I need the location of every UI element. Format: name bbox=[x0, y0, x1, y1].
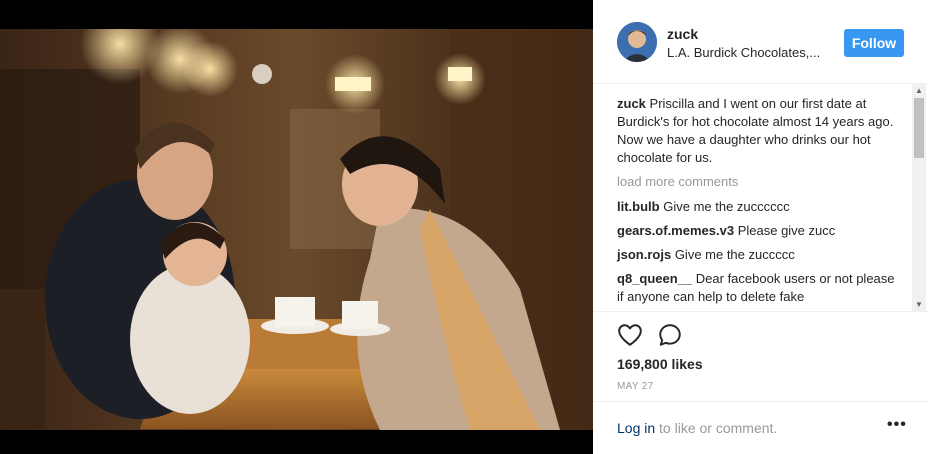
location-link[interactable]: L.A. Burdick Chocolates,... bbox=[667, 45, 820, 60]
comment-item: lit.bulb Give me the zucccccc bbox=[617, 198, 899, 216]
post-footer: Log in to like or comment. ••• bbox=[593, 401, 928, 454]
post-date: MAY 27 bbox=[617, 381, 654, 392]
more-options-icon[interactable]: ••• bbox=[887, 416, 907, 434]
login-prompt: Log in to like or comment. bbox=[617, 420, 777, 436]
comment-text: Give me the zuccccc bbox=[674, 247, 795, 262]
comment-text: Give me the zucccccc bbox=[663, 199, 790, 214]
caption-username[interactable]: zuck bbox=[617, 96, 646, 111]
comments-scrollbar[interactable]: ▲ ▼ bbox=[912, 84, 926, 311]
comment-item: q8_queen__ Dear facebook users or not pl… bbox=[617, 270, 899, 306]
scroll-up-arrow-icon[interactable]: ▲ bbox=[912, 86, 926, 96]
comment-item: gears.of.memes.v3 Please give zucc bbox=[617, 222, 899, 240]
comment-username[interactable]: lit.bulb bbox=[617, 199, 660, 214]
follow-button[interactable]: Follow bbox=[844, 29, 904, 57]
avatar[interactable] bbox=[617, 22, 657, 62]
likes-count[interactable]: 169,800 likes bbox=[617, 356, 703, 372]
header-username[interactable]: zuck bbox=[667, 26, 698, 42]
comments-section: zuck Priscilla and I went on our first d… bbox=[593, 84, 928, 312]
comment-username[interactable]: gears.of.memes.v3 bbox=[617, 223, 734, 238]
login-prompt-text: to like or comment. bbox=[655, 420, 778, 436]
login-link[interactable]: Log in bbox=[617, 420, 655, 436]
comment-text: Please give zucc bbox=[737, 223, 836, 238]
scrollbar-thumb[interactable] bbox=[914, 98, 924, 158]
comment-item: json.rojs Give me the zuccccc bbox=[617, 246, 899, 264]
post-details-panel: zuck L.A. Burdick Chocolates,... Follow … bbox=[593, 0, 928, 454]
post-photo-area bbox=[0, 0, 593, 454]
post-photo[interactable] bbox=[0, 29, 593, 430]
caption-text: Priscilla and I went on our first date a… bbox=[617, 96, 894, 165]
comments-list: zuck Priscilla and I went on our first d… bbox=[617, 95, 899, 311]
scroll-down-arrow-icon[interactable]: ▼ bbox=[912, 300, 926, 310]
comment-icon[interactable] bbox=[657, 322, 683, 348]
comment-username[interactable]: json.rojs bbox=[617, 247, 671, 262]
caption: zuck Priscilla and I went on our first d… bbox=[617, 95, 899, 167]
post-header: zuck L.A. Burdick Chocolates,... Follow bbox=[593, 0, 928, 84]
comment-username[interactable]: q8_queen__ bbox=[617, 271, 692, 286]
load-more-comments-link[interactable]: load more comments bbox=[617, 173, 899, 191]
heart-icon[interactable] bbox=[617, 322, 643, 348]
